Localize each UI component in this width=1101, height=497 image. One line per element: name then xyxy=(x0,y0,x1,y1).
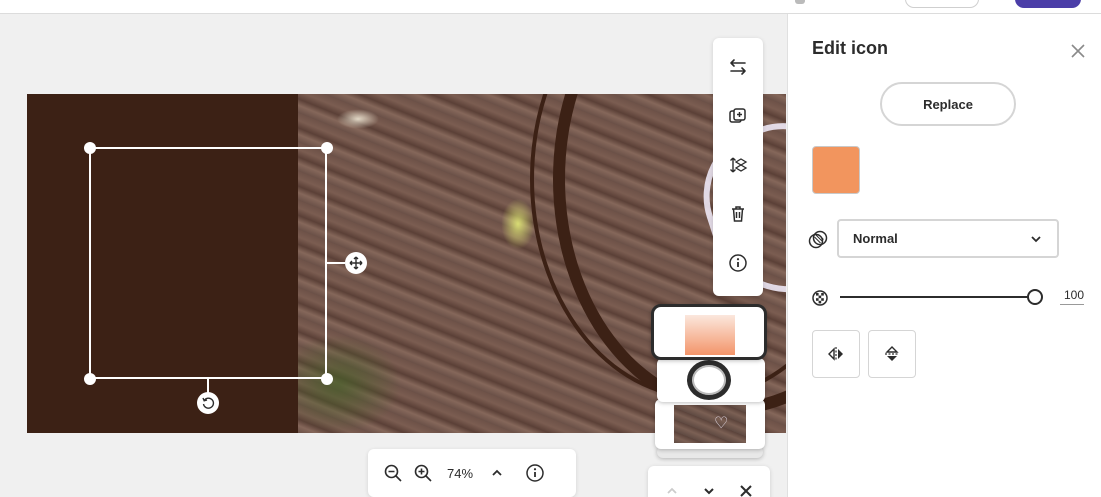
icon-color-swatch[interactable] xyxy=(812,146,860,194)
arrange-layers-icon xyxy=(730,157,748,172)
top-bar-icon[interactable] xyxy=(795,0,805,4)
chevron-down-icon xyxy=(1031,235,1041,242)
zoom-in-icon xyxy=(414,464,432,482)
chevron-up-icon xyxy=(492,469,502,476)
zoom-out-button[interactable] xyxy=(378,458,408,488)
opacity-slider-thumb[interactable] xyxy=(1027,289,1043,305)
top-bar-secondary-button[interactable] xyxy=(905,0,979,8)
arrange-button[interactable] xyxy=(722,149,754,180)
info-icon xyxy=(526,464,544,482)
info-icon xyxy=(729,253,747,272)
trash-icon xyxy=(732,205,744,222)
layer-item[interactable] xyxy=(657,358,765,402)
close-icon xyxy=(1071,44,1085,58)
resize-handle-top-right[interactable] xyxy=(321,142,333,154)
duplicate-button[interactable] xyxy=(722,100,754,131)
rotate-icon xyxy=(202,397,215,409)
opacity-icon xyxy=(812,290,828,306)
layer-close-button[interactable] xyxy=(734,479,758,497)
resize-handle-top-left[interactable] xyxy=(84,142,96,154)
blend-mode-value: Normal xyxy=(853,231,898,246)
resize-handle-bottom-left[interactable] xyxy=(84,373,96,385)
duplicate-add-icon xyxy=(729,107,746,123)
move-handle[interactable] xyxy=(345,252,367,274)
top-bar xyxy=(0,0,1101,14)
zoom-info-button[interactable] xyxy=(520,458,550,488)
zoom-menu-button[interactable] xyxy=(482,458,512,488)
rotate-handle-connector xyxy=(207,379,209,393)
flip-horizontal-icon xyxy=(828,347,843,361)
zoom-level[interactable]: 74% xyxy=(438,466,482,481)
edit-icon-panel: Edit icon Replace Normal 100 xyxy=(787,14,1101,497)
swap-button[interactable] xyxy=(722,51,754,82)
resize-handle-bottom-right[interactable] xyxy=(321,373,333,385)
flip-vertical-button[interactable] xyxy=(868,330,916,378)
rotate-handle[interactable] xyxy=(197,392,219,414)
heart-icon: ♡ xyxy=(714,413,729,432)
chevron-down-icon xyxy=(704,488,714,495)
close-icon xyxy=(739,485,752,497)
opacity-value-input[interactable]: 100 xyxy=(1060,288,1084,305)
info-button[interactable] xyxy=(722,247,754,278)
chevron-up-icon xyxy=(667,487,677,494)
panel-title: Edit icon xyxy=(812,38,888,58)
layer-item-selected[interactable] xyxy=(651,304,767,360)
zoom-bar: 74% xyxy=(368,449,576,497)
layer-thumbnail-photo: ♡ xyxy=(674,405,746,443)
selection-box[interactable] xyxy=(89,147,327,379)
move-handle-connector xyxy=(327,262,345,264)
flip-horizontal-button[interactable] xyxy=(812,330,860,378)
floating-toolbar xyxy=(713,38,763,296)
top-bar-primary-button[interactable] xyxy=(1015,0,1081,8)
zoom-in-button[interactable] xyxy=(408,458,438,488)
blend-mode-dropdown[interactable]: Normal xyxy=(837,219,1059,258)
flip-vertical-icon xyxy=(885,346,899,361)
delete-button[interactable] xyxy=(722,198,754,229)
swap-arrows-icon xyxy=(730,58,746,75)
zoom-out-icon xyxy=(384,464,402,482)
layer-thumbnail-icon xyxy=(685,315,735,355)
replace-button[interactable]: Replace xyxy=(880,82,1016,126)
panel-close-button[interactable] xyxy=(1068,41,1088,61)
blend-mode-icon xyxy=(808,230,828,249)
layer-navigation xyxy=(648,466,770,497)
layer-up-button[interactable] xyxy=(660,479,684,497)
opacity-slider-track[interactable] xyxy=(840,296,1028,298)
layer-down-button[interactable] xyxy=(697,479,721,497)
move-icon xyxy=(349,256,363,270)
layer-item[interactable]: ♡ xyxy=(655,399,765,449)
layer-thumbnail-ring xyxy=(687,360,731,400)
